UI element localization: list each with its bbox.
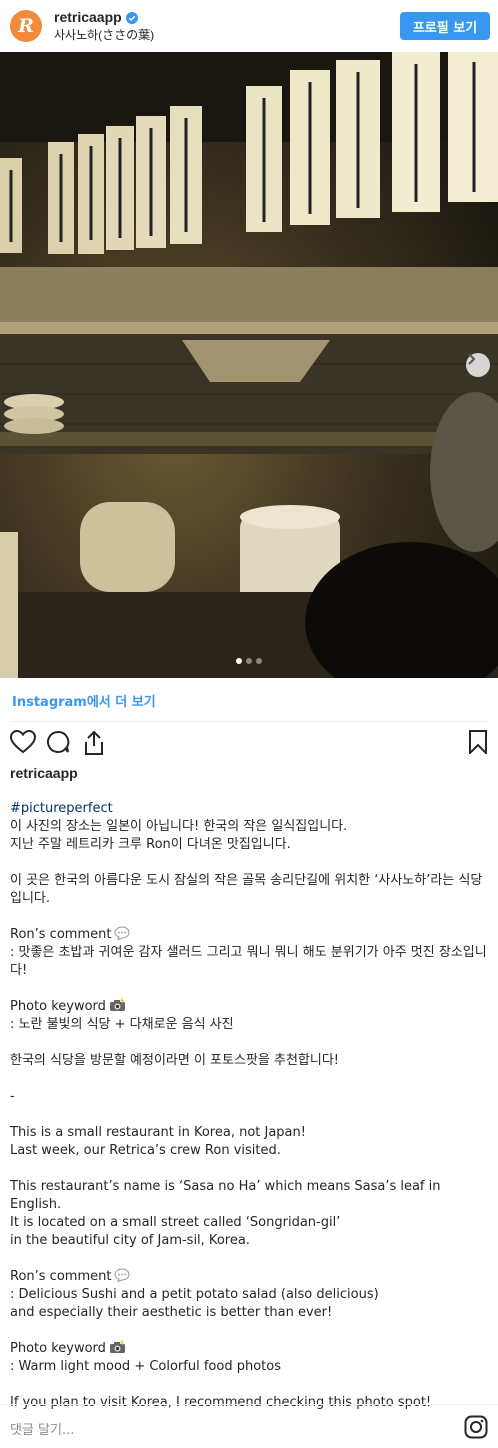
caption-username[interactable]: retricaapp: [10, 765, 78, 781]
caption-line: : 노란 불빛의 식당 + 다채로운 음식 사진: [10, 1017, 234, 1032]
caption-text: #pictureperfect 이 사진의 장소는 일본이 아닙니다! 한국의 …: [10, 800, 490, 1412]
camera-flash-icon: [109, 1340, 125, 1353]
caption-line: [10, 854, 490, 872]
caption-line: -: [10, 1089, 15, 1104]
caption-line-with-emoji: Ron’s comment: [10, 926, 490, 944]
view-more-on-instagram-link[interactable]: Instagram에서 더 보기: [12, 691, 156, 710]
caption-line: Ron’s comment: [10, 1269, 112, 1284]
instagram-logo-icon[interactable]: [464, 1415, 488, 1439]
caption-line: in the beautiful city of Jam-sil, Korea.: [10, 1233, 250, 1248]
avatar[interactable]: R: [10, 10, 42, 42]
caption-line: [10, 1376, 490, 1394]
header-username-row: retricaapp: [54, 9, 154, 26]
view-profile-button[interactable]: 프로필 보기: [400, 12, 490, 40]
caption-line-with-emoji: Photo keyword: [10, 998, 490, 1016]
caption-line-with-emoji: Photo keyword: [10, 1340, 490, 1358]
caption-line: This is a small restaurant in Korea, not…: [10, 1125, 306, 1140]
carousel-dot[interactable]: [236, 658, 242, 664]
carousel-dot[interactable]: [256, 658, 262, 664]
carousel-dots: [0, 658, 498, 664]
speech-balloon-icon: [114, 1268, 130, 1282]
caption-line: and especially their aesthetic is better…: [10, 1305, 333, 1320]
header-text: retricaapp 사사노하(ささの葉): [54, 9, 154, 43]
heart-icon[interactable]: [10, 730, 36, 754]
caption-line: [10, 1160, 490, 1178]
header-location[interactable]: 사사노하(ささの葉): [54, 27, 154, 43]
caption-line: 한국의 식당을 방문할 예정이라면 이 포토스팟을 추천합니다!: [10, 1053, 340, 1068]
caption-line: This restaurant’s name is ‘Sasa no Ha’ w…: [10, 1179, 445, 1212]
caption-line-with-emoji: Ron’s comment: [10, 1268, 490, 1286]
caption-line: [10, 1106, 490, 1124]
verified-badge-icon: [125, 11, 138, 24]
divider: [10, 721, 488, 722]
bookmark-icon[interactable]: [468, 730, 488, 754]
post-actions: [8, 730, 490, 758]
hashtag-link[interactable]: #pictureperfect: [10, 800, 490, 818]
caption-line: : Delicious Sushi and a petit potato sal…: [10, 1287, 379, 1302]
caption-line: 다!: [10, 963, 28, 978]
caption-line: [10, 1250, 490, 1268]
comment-bar: 댓글 달기...: [0, 1404, 498, 1448]
caption-line: [10, 908, 490, 926]
caption-line: Last week, our Retrica’s crew Ron visite…: [10, 1143, 281, 1158]
post-photo[interactable]: [0, 52, 498, 678]
caption-line: : Warm light mood + Colorful food photos: [10, 1359, 281, 1374]
caption-line: 지난 주말 레트리카 크루 Ron이 다녀온 맛집입니다.: [10, 837, 291, 852]
comment-icon[interactable]: [46, 730, 70, 754]
avatar-letter: R: [18, 15, 34, 37]
add-comment-input[interactable]: 댓글 달기...: [10, 1419, 74, 1438]
chevron-right-icon: [468, 353, 476, 365]
caption-line: 이 사진의 장소는 일본이 아닙니다! 한국의 작은 일식집입니다.: [10, 819, 348, 834]
caption-line: It is located on a small street called ‘…: [10, 1215, 341, 1230]
caption-line: [10, 980, 490, 998]
header-username[interactable]: retricaapp: [54, 9, 122, 26]
post-header: R retricaapp 사사노하(ささの葉) 프로필 보기: [0, 0, 498, 52]
caption-line: Photo keyword: [10, 999, 106, 1014]
caption-line: : 맛좋은 초밥과 귀여운 감자 샐러드 그리고 뭐니 뭐니 해도 분위기가 아…: [10, 945, 487, 960]
carousel-dot[interactable]: [246, 658, 252, 664]
caption-line: Photo keyword: [10, 1341, 106, 1356]
caption-line: [10, 1322, 490, 1340]
caption-line: 이 곳은 한국의 아름다운 도시 잠실의 작은 골목 송리단길에 위치한 ‘사사…: [10, 873, 483, 888]
caption-line: [10, 1070, 490, 1088]
caption-line: [10, 1034, 490, 1052]
restaurant-photo-drawing: [0, 52, 498, 678]
share-icon[interactable]: [82, 730, 106, 756]
caption-line: 입니다.: [10, 891, 51, 906]
caption-line: Ron’s comment: [10, 927, 112, 942]
carousel-next-button[interactable]: [466, 353, 490, 377]
speech-balloon-icon: [114, 926, 130, 940]
camera-flash-icon: [109, 998, 125, 1011]
